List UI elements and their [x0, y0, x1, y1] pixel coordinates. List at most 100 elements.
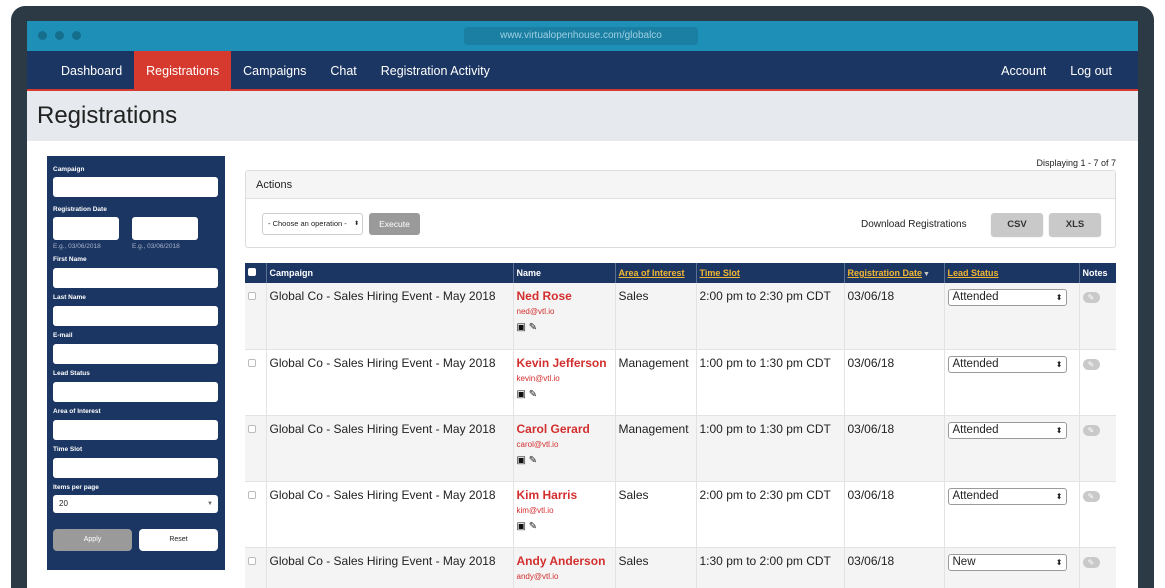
edit-pencil-icon[interactable]: ✎	[529, 389, 537, 400]
contact-card-icon[interactable]: ▣	[517, 389, 526, 400]
items-per-page-select[interactable]: 20 ▼	[53, 495, 218, 513]
row-checkbox[interactable]	[248, 358, 256, 367]
name-cell: Ned Rose ned@vtl.io ▣ ✎	[512, 283, 615, 350]
operation-placeholder: - Choose an operation -	[268, 219, 347, 228]
maximize-window-dot[interactable]	[72, 31, 81, 40]
edit-pencil-icon[interactable]: ✎	[529, 521, 537, 532]
person-email[interactable]: carol@vtl.io	[517, 440, 612, 449]
lead-status-select[interactable]: Attended ⬍	[947, 487, 1067, 505]
lead-status-cell: Attended ⬍	[943, 349, 1079, 416]
registrations-table: Campaign Name Area of Interest Time Slot…	[245, 263, 1116, 588]
email-input[interactable]	[53, 344, 218, 364]
person-email[interactable]: kevin@vtl.io	[517, 374, 612, 383]
edit-pencil-icon[interactable]: ✎	[529, 322, 537, 333]
download-registrations-label: Download Registrations	[861, 219, 967, 230]
browser-chrome: www.virtualopenhouse.com/globalco	[27, 21, 1138, 51]
lead-status-header[interactable]: Lead Status	[943, 263, 1079, 283]
campaign-cell: Global Co - Sales Hiring Event - May 201…	[265, 349, 513, 416]
time-slot-cell: 2:00 pm to 2:30 pm CDT	[695, 283, 844, 350]
area-of-interest-input[interactable]	[53, 420, 218, 440]
results-count: Displaying 1 - 7 of 7	[1036, 158, 1116, 168]
notes-icon[interactable]: ✎	[1082, 424, 1100, 436]
row-select-cell	[245, 349, 266, 416]
lead-status-select[interactable]: New ⬍	[947, 553, 1067, 571]
select-all-checkbox[interactable]	[248, 268, 256, 276]
date-from-input[interactable]	[53, 217, 119, 240]
registration-date-header-label: Registration Date	[847, 268, 923, 278]
nav-account[interactable]: Account	[989, 51, 1058, 91]
area-of-interest-label: Area of Interest	[53, 408, 101, 415]
time-slot-cell: 2:00 pm to 2:30 pm CDT	[695, 481, 844, 548]
contact-card-icon[interactable]: ▣	[517, 455, 526, 466]
person-name[interactable]: Kim Harris	[517, 488, 612, 502]
area-cell: Sales	[614, 547, 696, 588]
nav-dashboard[interactable]: Dashboard	[49, 51, 134, 91]
reset-button[interactable]: Reset	[139, 529, 218, 551]
campaign-input[interactable]	[53, 177, 218, 197]
person-name[interactable]: Ned Rose	[517, 289, 612, 303]
person-name[interactable]: Carol Gerard	[517, 422, 612, 436]
row-checkbox[interactable]	[248, 556, 256, 565]
edit-pencil-icon[interactable]: ✎	[529, 455, 537, 466]
table-row: Global Co - Sales Hiring Event - May 201…	[245, 283, 1116, 350]
lead-status-input[interactable]	[53, 382, 218, 402]
lead-status-select[interactable]: Attended ⬍	[947, 421, 1067, 439]
app-screen: www.virtualopenhouse.com/globalco Dashbo…	[27, 21, 1138, 588]
registration-date-label: Registration Date	[53, 206, 107, 213]
last-name-label: Last Name	[53, 294, 86, 301]
top-navigation: Dashboard Registrations Campaigns Chat R…	[27, 51, 1138, 91]
person-email[interactable]: andy@vtl.io	[517, 572, 612, 581]
minimize-window-dot[interactable]	[55, 31, 64, 40]
area-header[interactable]: Area of Interest	[614, 263, 696, 283]
contact-card-icon[interactable]: ▣	[517, 521, 526, 532]
apply-button[interactable]: Apply	[53, 529, 132, 551]
row-actions: ▣ ✎	[517, 455, 612, 466]
nav-registrations[interactable]: Registrations	[134, 51, 232, 91]
registration-date-header[interactable]: Registration Date▼	[843, 263, 944, 283]
row-checkbox[interactable]	[248, 292, 256, 300]
notes-icon[interactable]: ✎	[1082, 556, 1100, 568]
person-name[interactable]: Kevin Jefferson	[517, 356, 612, 370]
table-header-row: Campaign Name Area of Interest Time Slot…	[245, 263, 1116, 283]
select-arrows-icon: ⬍	[1055, 359, 1063, 369]
person-name[interactable]: Andy Anderson	[517, 554, 612, 568]
operation-select[interactable]: - Choose an operation - ⬍	[262, 213, 363, 235]
nav-chat[interactable]: Chat	[318, 51, 368, 91]
time-slot-header[interactable]: Time Slot	[695, 263, 844, 283]
row-actions: ▣ ✎	[517, 389, 612, 400]
nav-campaigns[interactable]: Campaigns	[231, 51, 318, 91]
csv-download-button[interactable]: CSV	[991, 213, 1043, 236]
nav-logout[interactable]: Log out	[1058, 51, 1124, 91]
area-cell: Sales	[614, 283, 696, 350]
notes-icon[interactable]: ✎	[1082, 490, 1100, 502]
row-checkbox[interactable]	[248, 490, 256, 499]
address-bar[interactable]: www.virtualopenhouse.com/globalco	[464, 27, 698, 45]
first-name-label: First Name	[53, 256, 87, 263]
xls-download-button[interactable]: XLS	[1049, 213, 1101, 236]
time-slot-cell: 1:30 pm to 2:00 pm CDT	[695, 547, 844, 588]
contact-card-icon[interactable]: ▣	[517, 322, 526, 333]
name-cell: Andy Anderson andy@vtl.io ▣ ✎	[512, 547, 615, 588]
row-checkbox[interactable]	[248, 424, 256, 433]
first-name-input[interactable]	[53, 268, 218, 288]
date-to-input[interactable]	[132, 217, 198, 240]
sort-desc-icon: ▼	[923, 271, 930, 278]
table-row: Global Co - Sales Hiring Event - May 201…	[245, 415, 1116, 482]
last-name-input[interactable]	[53, 306, 218, 326]
registration-date-cell: 03/06/18	[843, 481, 944, 548]
date-to-hint: E.g., 03/06/2018	[132, 243, 180, 250]
person-email[interactable]: ned@vtl.io	[517, 307, 612, 316]
time-slot-input[interactable]	[53, 458, 218, 478]
select-arrows-icon: ⬍	[1055, 293, 1063, 302]
time-slot-cell: 1:00 pm to 1:30 pm CDT	[695, 349, 844, 416]
nav-registration-activity[interactable]: Registration Activity	[369, 51, 502, 91]
notes-icon[interactable]: ✎	[1082, 358, 1100, 370]
execute-button[interactable]: Execute	[369, 213, 420, 235]
lead-status-select[interactable]: Attended ⬍	[947, 289, 1067, 306]
close-window-dot[interactable]	[38, 31, 47, 40]
lead-status-cell: Attended ⬍	[943, 481, 1079, 548]
lead-status-select[interactable]: Attended ⬍	[947, 355, 1067, 373]
notes-icon[interactable]: ✎	[1082, 292, 1100, 303]
person-email[interactable]: kim@vtl.io	[517, 506, 612, 515]
registration-date-cell: 03/06/18	[843, 415, 944, 482]
